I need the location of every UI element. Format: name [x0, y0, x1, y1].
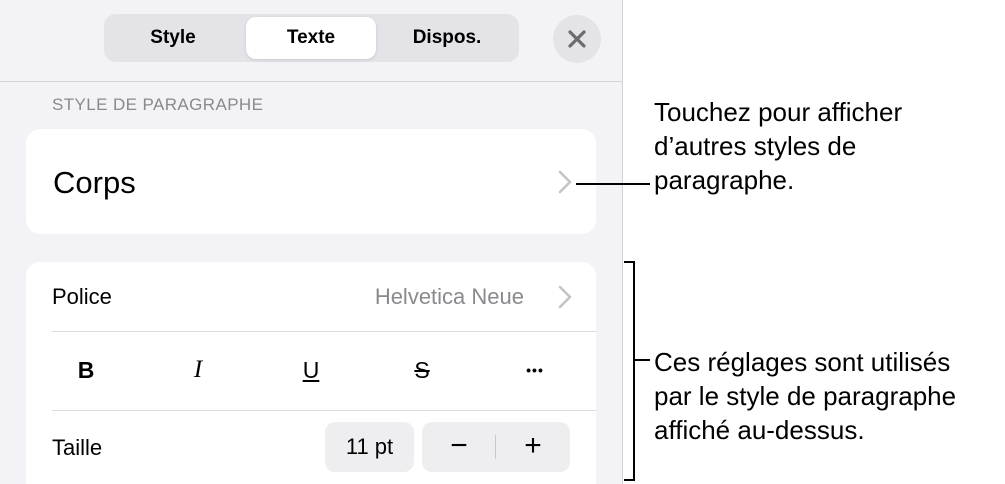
close-icon — [568, 30, 586, 48]
callout-text-settings: Ces réglages sont utilisés par le style … — [654, 345, 956, 447]
callout-paragraph-style: Touchez pour afficher d’autres styles de… — [654, 95, 902, 197]
font-row[interactable]: Police Helvetica Neue — [26, 262, 596, 332]
paragraph-style-card: Corps — [26, 129, 596, 234]
callout-line: d’autres styles de — [654, 131, 857, 161]
chevron-right-icon — [558, 170, 572, 194]
chevron-right-icon — [558, 285, 572, 309]
paragraph-style-name: Corps — [53, 165, 136, 200]
callout-bracket — [633, 261, 635, 480]
decrease-size-button[interactable]: − — [422, 422, 496, 472]
more-options-button[interactable]: ••• — [505, 340, 565, 400]
size-stepper: − + — [422, 422, 570, 472]
font-label: Police — [52, 284, 112, 309]
underline-button[interactable]: U — [281, 340, 341, 400]
callout-bracket-bottom — [624, 479, 635, 481]
size-value-field[interactable]: 11 pt — [325, 422, 414, 472]
italic-button[interactable]: I — [168, 340, 228, 400]
text-settings-card: Police Helvetica Neue B I U S ••• Taille… — [26, 262, 596, 484]
tab-style[interactable]: Style — [108, 17, 238, 59]
callout-line: par le style de paragraphe — [654, 381, 957, 411]
tab-dispos[interactable]: Dispos. — [382, 17, 512, 59]
tab-segmented-control: Style Texte Dispos. — [104, 14, 519, 62]
callout-line: Touchez pour afficher — [654, 97, 903, 127]
paragraph-style-section-label: STYLE DE PARAGRAPHE — [52, 95, 264, 114]
bold-button[interactable]: B — [56, 340, 116, 400]
size-label: Taille — [52, 435, 103, 460]
format-panel: Style Texte Dispos. STYLE DE PARAGRAPHE … — [0, 0, 623, 484]
close-button[interactable] — [553, 15, 601, 63]
strikethrough-button[interactable]: S — [392, 340, 452, 400]
callout-bracket-tick — [634, 359, 650, 361]
divider — [52, 331, 596, 332]
callout-line: affiché au-dessus. — [654, 415, 865, 445]
tab-texte[interactable]: Texte — [246, 17, 376, 59]
paragraph-style-row[interactable]: Corps — [26, 129, 596, 234]
size-value: 11 pt — [345, 434, 394, 459]
callout-line: Ces réglages sont utilisés — [654, 347, 951, 377]
increase-size-button[interactable]: + — [496, 422, 570, 472]
panel-header: Style Texte Dispos. — [0, 0, 622, 82]
callout-leader-line — [576, 183, 650, 185]
font-value: Helvetica Neue — [374, 284, 524, 309]
callout-line: paragraphe. — [654, 165, 795, 195]
divider — [52, 410, 596, 411]
